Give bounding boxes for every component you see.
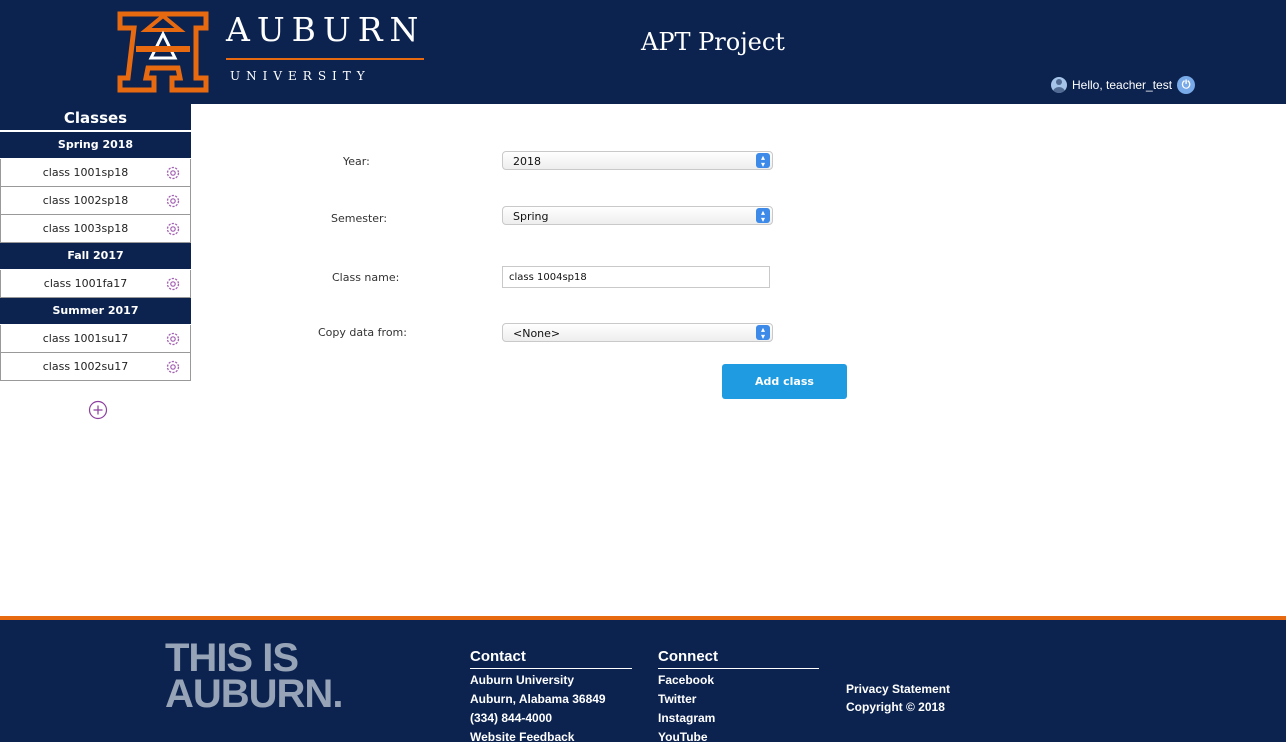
gear-icon[interactable] — [165, 276, 181, 292]
contact-line: Auburn, Alabama 36849 — [470, 692, 606, 706]
gear-icon[interactable] — [165, 359, 181, 375]
term-header-spring-2018: Spring 2018 — [0, 132, 191, 159]
sidebar-item-class[interactable]: class 1001sp18 — [0, 159, 191, 187]
class-label: class 1001sp18 — [42, 166, 129, 179]
footer-brand-line: AUBURN. — [165, 672, 343, 716]
app-title: APT Project — [641, 28, 785, 56]
gear-icon[interactable] — [165, 193, 181, 209]
privacy-statement-link[interactable]: Privacy Statement — [846, 680, 950, 698]
website-feedback-link[interactable]: Website Feedback — [470, 728, 632, 742]
contact-heading: Contact — [470, 648, 632, 669]
youtube-link[interactable]: YouTube — [658, 728, 819, 742]
semester-value: Spring — [513, 210, 549, 223]
facebook-link[interactable]: Facebook — [658, 671, 819, 690]
sidebar-item-class[interactable]: class 1001fa17 — [0, 270, 191, 298]
term-header-fall-2017: Fall 2017 — [0, 243, 191, 270]
class-label: class 1002sp18 — [42, 194, 129, 207]
copy-data-label: Copy data from: — [318, 326, 407, 339]
auburn-au-logo-icon[interactable] — [116, 8, 210, 94]
logout-power-icon[interactable]: ⏻ — [1177, 76, 1196, 94]
footer-connect: Connect Facebook Twitter Instagram YouTu… — [658, 648, 819, 742]
footer-legal: Privacy Statement Copyright © 2018 — [846, 680, 950, 716]
classes-sidebar: Classes Spring 2018 class 1001sp18 class… — [0, 104, 191, 381]
class-label: class 1001su17 — [42, 332, 129, 345]
plus-circle-icon[interactable] — [88, 400, 108, 420]
sidebar-item-class[interactable]: class 1002su17 — [0, 353, 191, 381]
contact-line: Auburn University — [470, 673, 575, 687]
class-name-label: Class name: — [332, 271, 400, 284]
class-name-input[interactable]: class 1004sp18 — [502, 266, 770, 288]
wordmark-divider — [226, 58, 424, 60]
site-footer: THIS IS AUBURN. Contact Auburn Universit… — [0, 620, 1286, 742]
dropdown-arrows-icon: ▴ ▾ — [756, 325, 770, 341]
term-header-summer-2017: Summer 2017 — [0, 298, 191, 325]
add-class-button[interactable]: Add class — [722, 364, 847, 399]
dropdown-arrows-icon: ▴ ▾ — [756, 208, 770, 224]
user-avatar-icon — [1051, 77, 1067, 93]
site-header: AUBURN UNIVERSITY APT Project Hello, tea… — [0, 0, 1286, 104]
instagram-link[interactable]: Instagram — [658, 709, 819, 728]
user-greeting: Hello, teacher_test — [1072, 78, 1173, 92]
gear-icon[interactable] — [165, 165, 181, 181]
sidebar-title: Classes — [0, 104, 191, 132]
user-menu[interactable]: Hello, teacher_test ⏻ — [1051, 74, 1196, 96]
university-wordmark: AUBURN UNIVERSITY — [226, 10, 426, 83]
copy-data-select[interactable]: <None> ▴ ▾ — [502, 323, 773, 342]
footer-contact: Contact Auburn University Auburn, Alabam… — [470, 648, 632, 742]
year-select[interactable]: 2018 ▴ ▾ — [502, 151, 773, 170]
wordmark-university: UNIVERSITY — [230, 69, 371, 83]
footer-brand-line: THIS IS — [165, 636, 299, 680]
sidebar-item-class[interactable]: class 1001su17 — [0, 325, 191, 353]
twitter-link[interactable]: Twitter — [658, 690, 819, 709]
class-label: class 1003sp18 — [42, 222, 129, 235]
sidebar-item-class[interactable]: class 1003sp18 — [0, 215, 191, 243]
footer-brand: THIS IS AUBURN. — [165, 636, 343, 716]
sidebar-item-class[interactable]: class 1002sp18 — [0, 187, 191, 215]
year-value: 2018 — [513, 155, 541, 168]
contact-phone[interactable]: (334) 844-4000 — [470, 709, 632, 728]
semester-select[interactable]: Spring ▴ ▾ — [502, 206, 773, 225]
class-label: class 1001fa17 — [43, 277, 128, 290]
class-label: class 1002su17 — [42, 360, 129, 373]
connect-heading: Connect — [658, 648, 819, 669]
gear-icon[interactable] — [165, 221, 181, 237]
gear-icon[interactable] — [165, 331, 181, 347]
year-label: Year: — [343, 155, 370, 168]
dropdown-arrows-icon: ▴ ▾ — [756, 153, 770, 169]
semester-label: Semester: — [331, 212, 388, 225]
wordmark-auburn: AUBURN — [226, 10, 426, 49]
copy-data-value: <None> — [513, 327, 561, 340]
copyright-text: Copyright © 2018 — [846, 700, 945, 714]
